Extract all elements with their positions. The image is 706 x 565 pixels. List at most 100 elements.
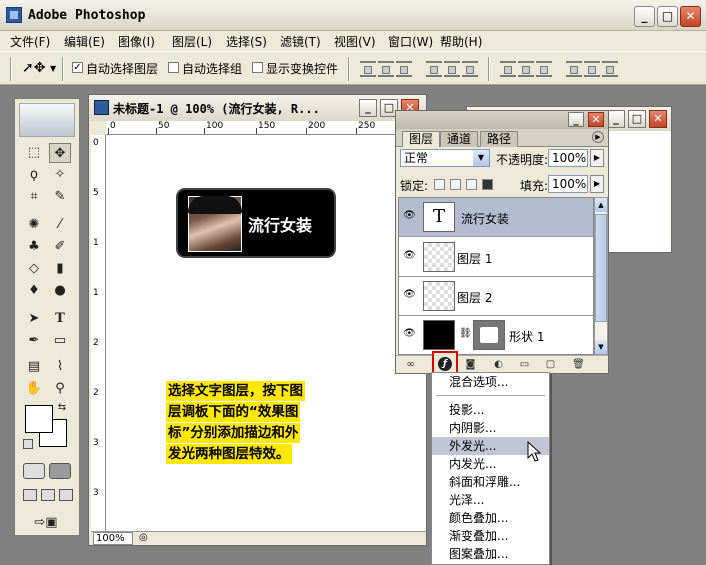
tab-channels[interactable]: 通道 [440, 131, 479, 147]
auto-select-layer-checkbox[interactable]: ✓ [72, 62, 83, 73]
panel-menu-icon[interactable]: ▶ [592, 131, 604, 143]
brush-tool-icon[interactable]: ⁄ [49, 215, 71, 235]
path-select-icon[interactable]: ➤ [23, 309, 45, 329]
panel-minimize-button[interactable]: _ [568, 112, 584, 127]
horizontal-ruler[interactable]: 0 50 100 150 200 250 [106, 121, 426, 135]
panel-close-button[interactable]: ✕ [588, 112, 604, 127]
link-layers-icon[interactable]: ∞ [404, 359, 417, 371]
menu-color-overlay[interactable]: 颜色叠加... [432, 509, 549, 527]
distribute-bottom-icon[interactable] [536, 61, 552, 77]
second-document-canvas[interactable] [607, 131, 671, 252]
document-titlebar[interactable]: 未标题-1 @ 100% (流行女装, R... _ □ ✕ [89, 95, 426, 121]
doc-minimize-button[interactable]: _ [359, 99, 377, 117]
distribute-hcenter-icon[interactable] [584, 61, 600, 77]
menu-image[interactable]: 图像(I) [118, 33, 155, 50]
opacity-field[interactable]: 100% [548, 149, 588, 167]
distribute-vcenter-icon[interactable] [518, 61, 534, 77]
align-bottom-icon[interactable] [396, 61, 412, 77]
new-group-icon[interactable]: ▭ [518, 359, 531, 371]
move-tool-icon[interactable]: ✥ [49, 143, 71, 163]
healing-brush-icon[interactable]: ✺ [23, 215, 45, 235]
screen-mode-full-icon[interactable] [59, 489, 73, 501]
menu-help[interactable]: 帮助(H) [440, 33, 482, 50]
slice-tool-icon[interactable]: ✎ [49, 187, 71, 207]
lock-image-icon[interactable] [450, 179, 461, 190]
menu-select[interactable]: 选择(S) [226, 33, 267, 50]
marquee-tool-icon[interactable]: ⬚ [23, 143, 45, 163]
eye-icon[interactable]: 👁 [403, 328, 417, 340]
eye-icon[interactable]: 👁 [403, 289, 417, 301]
menu-layer[interactable]: 图层(L) [172, 33, 212, 50]
distribute-left-icon[interactable] [566, 61, 582, 77]
show-transform-checkbox[interactable] [252, 62, 263, 73]
dodge-tool-icon[interactable]: ● [49, 281, 71, 301]
menu-blending-options[interactable]: 混合选项... [432, 373, 549, 391]
layer-row-1[interactable]: 👁 图层 1 [399, 238, 593, 277]
maximize-button[interactable]: □ [657, 6, 678, 27]
align-hcenter-icon[interactable] [444, 61, 460, 77]
layer-row-shape[interactable]: 👁 ⛓ 形状 1 [399, 316, 593, 354]
zoom-field[interactable]: 100% [93, 532, 133, 545]
eye-icon[interactable]: 👁 [403, 250, 417, 262]
trash-icon[interactable]: 🗑 [572, 359, 585, 371]
zoom-tool-icon[interactable]: ⚲ [49, 379, 71, 399]
eraser-tool-icon[interactable]: ◇ [23, 259, 45, 279]
adjustment-layer-icon[interactable]: ◐ [492, 359, 505, 371]
menu-drop-shadow[interactable]: 投影... [432, 401, 549, 419]
screen-mode-menubar-icon[interactable] [41, 489, 55, 501]
vertical-ruler[interactable]: 0 5 1 1 2 2 3 3 [91, 135, 106, 531]
pen-tool-icon[interactable]: ✒ [23, 331, 45, 351]
document-canvas[interactable]: 流行女装 选择文字图层，按下图 层调板下面的“效果图 标”分别添加描边和外 发光… [106, 135, 426, 531]
stamp-tool-icon[interactable]: ♣ [23, 237, 45, 257]
eye-icon[interactable]: 👁 [403, 210, 417, 222]
standard-mode-icon[interactable] [23, 463, 45, 479]
fill-field[interactable]: 100% [548, 175, 588, 193]
doc2-close-button[interactable]: ✕ [649, 110, 667, 128]
menu-view[interactable]: 视图(V) [334, 33, 376, 50]
crop-tool-icon[interactable]: ⌗ [23, 187, 45, 207]
magic-wand-icon[interactable]: ✧ [49, 165, 71, 185]
menu-inner-shadow[interactable]: 内阴影... [432, 419, 549, 437]
doc2-minimize-button[interactable]: _ [607, 110, 625, 128]
layers-panel-titlebar[interactable]: _ ✕ [396, 111, 608, 129]
hand-tool-icon[interactable]: ✋ [23, 379, 45, 399]
blur-tool-icon[interactable]: ♦ [23, 281, 45, 301]
shape-tool-icon[interactable]: ▭ [49, 331, 71, 351]
quick-mask-icon[interactable] [49, 463, 71, 479]
lock-transparency-icon[interactable] [434, 179, 445, 190]
menu-gradient-overlay[interactable]: 渐变叠加... [432, 527, 549, 545]
menu-edit[interactable]: 编辑(E) [64, 33, 105, 50]
scroll-up-icon[interactable]: ▲ [595, 198, 607, 212]
foreground-color-swatch[interactable] [25, 405, 53, 433]
align-right-icon[interactable] [462, 61, 478, 77]
align-left-icon[interactable] [426, 61, 442, 77]
layer-row-2[interactable]: 👁 图层 2 [399, 277, 593, 316]
eyedropper-icon[interactable]: ⌇ [49, 357, 71, 377]
scroll-down-icon[interactable]: ▼ [595, 340, 607, 354]
align-top-icon[interactable] [360, 61, 376, 77]
jump-to-imageready-icon[interactable]: ⇨▣ [29, 513, 63, 533]
distribute-top-icon[interactable] [500, 61, 516, 77]
tab-layers[interactable]: 图层 [402, 131, 441, 147]
align-vcenter-icon[interactable] [378, 61, 394, 77]
menu-file[interactable]: 文件(F) [10, 33, 50, 50]
history-brush-icon[interactable]: ✐ [49, 237, 71, 257]
gradient-tool-icon[interactable]: ▮ [49, 259, 71, 279]
move-tool-icon[interactable]: ➚✥ [22, 60, 45, 76]
layers-scrollbar[interactable]: ▲ ▼ [594, 197, 608, 355]
opacity-slider-button[interactable]: ▶ [590, 149, 604, 167]
scroll-thumb[interactable] [595, 214, 607, 322]
tool-preset-dropdown-icon[interactable]: ▼ [50, 64, 56, 73]
auto-select-group-checkbox[interactable] [168, 62, 179, 73]
doc2-maximize-button[interactable]: □ [628, 110, 646, 128]
blend-mode-select[interactable]: 正常 ▼ [400, 149, 490, 167]
lock-position-icon[interactable] [466, 179, 477, 190]
minimize-button[interactable]: _ [634, 6, 655, 27]
screen-mode-standard-icon[interactable] [23, 489, 37, 501]
close-button[interactable]: ✕ [680, 6, 701, 27]
new-layer-icon[interactable]: ▢ [544, 359, 557, 371]
notes-tool-icon[interactable]: ▤ [23, 357, 45, 377]
menu-bevel-emboss[interactable]: 斜面和浮雕... [432, 473, 549, 491]
status-info-icon[interactable]: ◎ [139, 532, 148, 543]
menu-window[interactable]: 窗口(W) [388, 33, 433, 50]
